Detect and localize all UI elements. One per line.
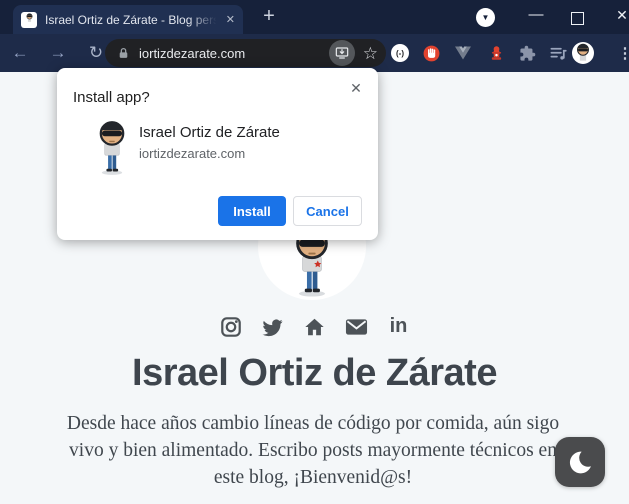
forward-button[interactable]: →	[46, 41, 70, 65]
tab-title: Israel Ortiz de Zárate - Blog perso	[45, 13, 220, 27]
avatar-icon	[23, 13, 36, 26]
address-bar[interactable]: iortizdezarate.com ☆	[105, 39, 386, 67]
url-text[interactable]: iortizdezarate.com	[139, 46, 329, 61]
bookmark-star-icon[interactable]: ☆	[363, 45, 378, 62]
home-icon[interactable]	[303, 315, 326, 338]
app-icon	[87, 120, 137, 176]
monitor-download-icon	[334, 45, 350, 61]
toolbar: ← → ↻ iortizdezarate.com ☆ (-)	[0, 34, 629, 72]
instagram-icon[interactable]	[219, 315, 242, 338]
back-button[interactable]: ←	[8, 41, 32, 65]
paren-circle-icon: (-)	[391, 44, 409, 62]
dialog-title: Install app?	[73, 89, 150, 106]
media-playlist-icon[interactable]	[547, 42, 569, 64]
browser-window: Israel Ortiz de Zárate - Blog perso ✕ + …	[0, 0, 629, 504]
extension-hydrant-icon[interactable]	[485, 42, 507, 64]
tab-close-icon[interactable]: ✕	[226, 13, 235, 26]
maximize-button[interactable]	[571, 12, 584, 25]
install-app-icon[interactable]	[329, 40, 355, 66]
linkedin-icon[interactable]: in	[387, 315, 410, 338]
moon-icon	[567, 449, 593, 475]
email-icon[interactable]	[345, 315, 368, 338]
title-bar: Israel Ortiz de Zárate - Blog perso ✕ + …	[0, 0, 629, 34]
tab-favicon-icon	[21, 12, 37, 28]
twitter-icon[interactable]	[261, 315, 284, 338]
social-links: in	[0, 315, 629, 338]
window-close-button[interactable]: ✕	[610, 7, 629, 29]
cancel-button[interactable]: Cancel	[293, 196, 362, 226]
profile-avatar[interactable]	[572, 42, 594, 64]
dialog-close-icon[interactable]: ✕	[346, 78, 366, 98]
page-title: Israel Ortiz de Zárate	[0, 352, 629, 395]
kebab-menu-icon: ⋮	[618, 44, 629, 62]
avatar-icon	[572, 42, 594, 64]
app-origin: iortizdezarate.com	[139, 146, 245, 161]
minimize-button[interactable]: —	[522, 6, 550, 28]
extension-adblock-icon[interactable]	[420, 42, 442, 64]
extension-devtool-icon[interactable]: (-)	[389, 42, 411, 64]
avatar-app-icon	[92, 120, 132, 176]
vue-v-icon	[454, 45, 472, 61]
tab-search-button[interactable]: ▼	[476, 8, 495, 27]
puzzle-piece-icon	[519, 45, 536, 62]
linkedin-label: in	[390, 315, 408, 338]
browser-tab[interactable]: Israel Ortiz de Zárate - Blog perso ✕	[13, 5, 243, 34]
queue-music-icon	[549, 44, 568, 63]
hydrant-icon	[488, 44, 505, 62]
new-tab-button[interactable]: +	[256, 3, 282, 29]
install-button[interactable]: Install	[218, 196, 286, 226]
install-app-dialog: Install app? ✕ Israel Ortiz de Zárate io…	[57, 68, 378, 240]
extensions-puzzle-icon[interactable]	[516, 42, 538, 64]
app-name: Israel Ortiz de Zárate	[139, 124, 280, 141]
browser-menu-button[interactable]: ⋮	[614, 42, 629, 64]
lock-icon	[117, 47, 130, 60]
page-intro: Desde hace años cambio líneas de código …	[52, 410, 574, 491]
stop-hand-icon	[422, 44, 441, 63]
dark-mode-toggle[interactable]	[555, 437, 605, 487]
extension-vue-icon[interactable]	[452, 42, 474, 64]
